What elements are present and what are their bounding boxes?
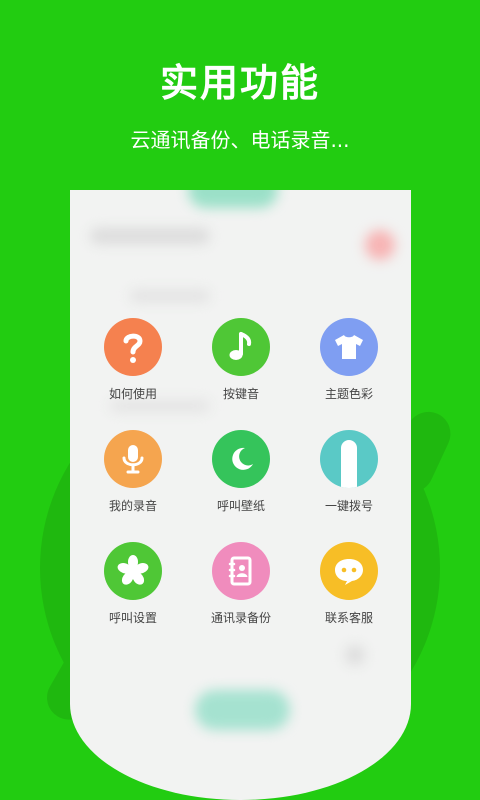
feature-label: 呼叫设置 (108, 611, 157, 625)
feature-label: 如何使用 (108, 387, 157, 401)
feature-label: 主题色彩 (324, 387, 373, 401)
blurred-shape (365, 230, 395, 260)
contacts-book-icon (212, 542, 270, 600)
chat-bubble-icon (320, 542, 378, 600)
feature-label: 一键拨号 (324, 499, 373, 513)
feature-call-wallpaper[interactable]: 呼叫壁纸 (184, 430, 298, 540)
feature-contacts-backup[interactable]: 通讯录备份 (184, 542, 298, 652)
blurred-shape (90, 228, 210, 244)
feature-call-settings[interactable]: 呼叫设置 (76, 542, 190, 652)
feature-my-recording[interactable]: 我的录音 (76, 430, 190, 540)
tshirt-icon (320, 318, 378, 376)
feature-label: 呼叫壁纸 (216, 499, 265, 513)
question-icon (104, 318, 162, 376)
feature-key-sound[interactable]: 按键音 (184, 318, 298, 428)
blurred-shape (188, 190, 278, 208)
feature-contact-service[interactable]: 联系客服 (292, 542, 406, 652)
blurred-shape (195, 690, 290, 730)
page-title: 实用功能 (159, 61, 320, 105)
phone-screen: 如何使用 按键音 主题色彩 我的录音 呼叫壁纸 一键拨号 呼叫设置 通讯录备份 … (70, 190, 411, 800)
asterisk-icon (104, 542, 162, 600)
feature-label: 通讯录备份 (210, 611, 271, 625)
finger-icon (320, 430, 378, 488)
music-note-icon (212, 318, 270, 376)
page-subtitle: 云通讯备份、电话录音... (130, 128, 350, 152)
feature-label: 联系客服 (324, 611, 373, 625)
feature-label: 按键音 (222, 387, 259, 401)
feature-how-to-use[interactable]: 如何使用 (76, 318, 190, 428)
microphone-icon (104, 430, 162, 488)
feature-label: 我的录音 (108, 499, 157, 513)
feature-one-key-dial[interactable]: 一键拨号 (292, 430, 406, 540)
crescent-moon-icon (212, 430, 270, 488)
blurred-shape (130, 290, 210, 302)
feature-theme-color[interactable]: 主题色彩 (292, 318, 406, 428)
